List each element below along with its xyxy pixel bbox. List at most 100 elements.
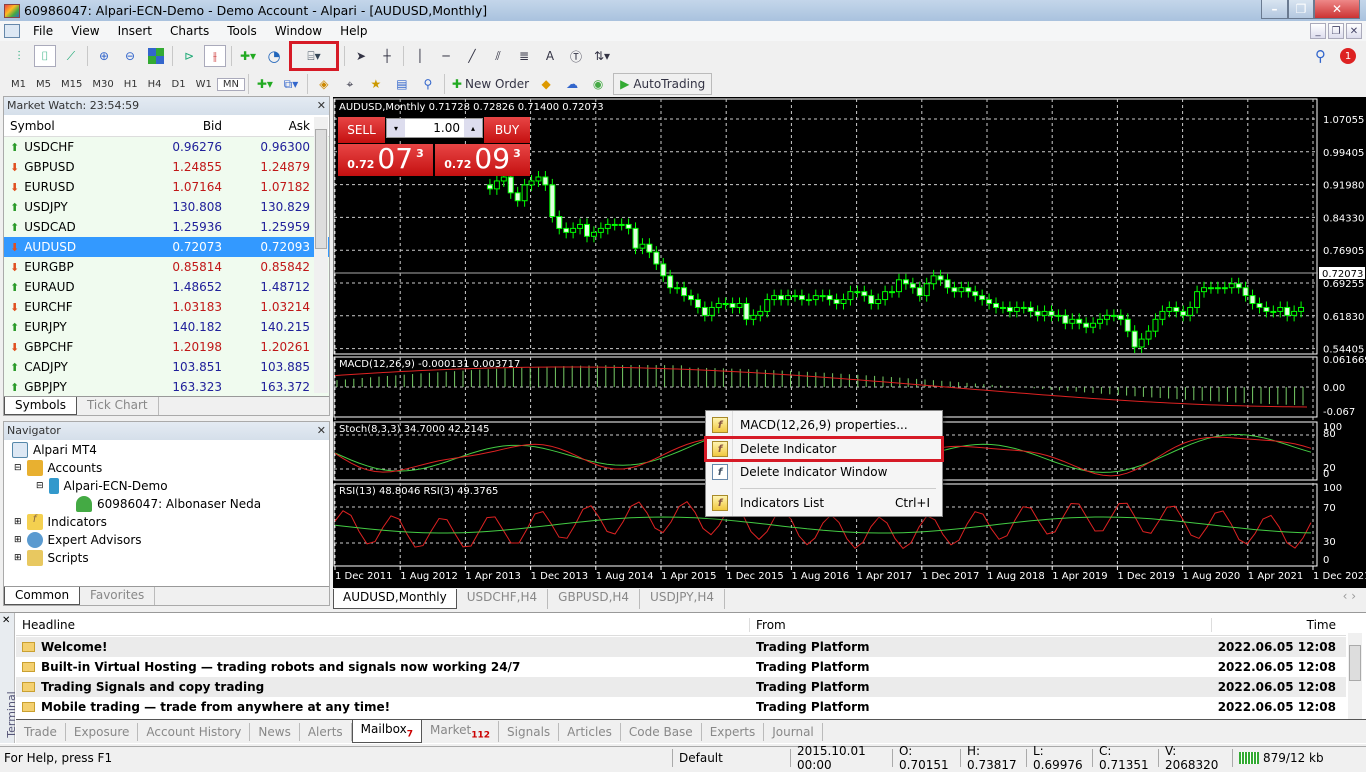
lot-decrease-button[interactable]: ▾ [387, 119, 405, 137]
scrollbar-thumb[interactable] [1349, 645, 1361, 681]
crosshair-button[interactable]: ┼ [376, 45, 398, 67]
menu-item-delete-indicator-window[interactable]: f Delete Indicator Window [706, 461, 942, 483]
maximize-button[interactable]: ❐ [1288, 0, 1314, 19]
lot-size-value[interactable]: 1.00 [405, 121, 464, 135]
zoom-in-button[interactable]: ⊕ [93, 45, 115, 67]
terminal-tab-mailbox[interactable]: Mailbox7 [351, 720, 422, 743]
column-bid[interactable]: Bid [134, 119, 222, 133]
scrollbar[interactable] [314, 117, 328, 393]
search-icon[interactable]: ⚲ [1315, 47, 1326, 65]
menu-charts[interactable]: Charts [161, 24, 218, 38]
menu-help[interactable]: Help [331, 24, 376, 38]
timeframe-m15[interactable]: M15 [56, 79, 87, 90]
column-headline[interactable]: Headline [16, 617, 750, 632]
close-button[interactable]: ✕ [1314, 0, 1360, 19]
market-watch-button[interactable]: ◈ [313, 73, 335, 95]
child-restore-button[interactable]: ❐ [1328, 23, 1344, 39]
market-watch-row[interactable]: ⬆ CADJPY 103.851 103.885 [4, 357, 329, 377]
timeframe-m1[interactable]: M1 [6, 79, 31, 90]
child-minimize-button[interactable]: _ [1310, 23, 1326, 39]
sell-button[interactable]: SELL [338, 117, 385, 143]
cursor-button[interactable]: ➤ [350, 45, 372, 67]
menu-window[interactable]: Window [266, 24, 331, 38]
market-watch-row[interactable]: ⬇ EURGBP 0.85814 0.85842 [4, 257, 329, 277]
text-button[interactable]: A [539, 45, 561, 67]
trendline-button[interactable]: ╱ [461, 45, 483, 67]
mailbox-row[interactable]: Built-in Virtual Hosting — trading robot… [16, 657, 1346, 677]
market-watch-row[interactable]: ⬆ USDJPY 130.808 130.829 [4, 197, 329, 217]
column-symbol[interactable]: Symbol [4, 119, 134, 133]
arrows-button[interactable]: ⇅▾ [591, 45, 613, 67]
buy-price-button[interactable]: 0.72 09 3 [435, 144, 530, 176]
timeframe-w1[interactable]: W1 [191, 79, 217, 90]
chart-tab-usdjpy[interactable]: USDJPY,H4 [640, 589, 726, 609]
close-icon[interactable]: ✕ [317, 99, 326, 113]
chart-tab-gbpusd[interactable]: GBPUSD,H4 [548, 589, 641, 609]
terminal-tab-journal[interactable]: Journal [764, 722, 823, 741]
timeframe-d1[interactable]: D1 [167, 79, 191, 90]
status-connection[interactable]: 879/12 kb [1232, 748, 1330, 767]
market-watch-row[interactable]: ⬇ EURCHF 1.03183 1.03214 [4, 297, 329, 317]
lot-size-field[interactable]: ▾ 1.00 ▴ [386, 118, 483, 138]
lot-increase-button[interactable]: ▴ [464, 119, 482, 137]
market-watch-row[interactable]: ⬇ AUDUSD 0.72073 0.72093 [4, 237, 329, 257]
new-chart-profile-button[interactable]: ✚▾ [254, 73, 276, 95]
sell-price-button[interactable]: 0.72 07 3 [338, 144, 433, 176]
timeframe-h1[interactable]: H1 [119, 79, 143, 90]
nav-server[interactable]: ⊟ Alpari-ECN-Demo [36, 478, 168, 494]
line-chart-button[interactable]: ⟋ [60, 45, 82, 67]
tab-favorites[interactable]: Favorites [80, 587, 156, 605]
market-watch-row[interactable]: ⬆ USDCAD 1.25936 1.25959 [4, 217, 329, 237]
menu-file[interactable]: File [24, 24, 62, 38]
column-from[interactable]: From [750, 617, 1212, 632]
new-chart-button[interactable]: ✚▾ [237, 45, 259, 67]
nav-root[interactable]: Alpari MT4 [12, 442, 97, 458]
tab-tick-chart[interactable]: Tick Chart [77, 397, 159, 415]
terminal-tab-alerts[interactable]: Alerts [300, 722, 352, 741]
terminal-tab-exposure[interactable]: Exposure [66, 722, 139, 741]
menu-item-macd-properties[interactable]: f MACD(12,26,9) properties... [706, 414, 942, 436]
mailbox-row[interactable]: Welcome! Trading Platform 2022.06.05 12:08 [16, 637, 1346, 657]
chart-shift-button[interactable]: ⊳ [178, 45, 200, 67]
chart-tab-audusd[interactable]: AUDUSD,Monthly [333, 589, 457, 609]
menu-tools[interactable]: Tools [218, 24, 266, 38]
terminal-tab-trade[interactable]: Trade [16, 722, 66, 741]
column-time[interactable]: Time [1212, 618, 1342, 632]
terminal-button[interactable]: ▤ [391, 73, 413, 95]
nav-account[interactable]: 60986047: Albonaser Neda [76, 496, 261, 512]
child-close-button[interactable]: ✕ [1346, 23, 1362, 39]
zoom-out-button[interactable]: ⊖ [119, 45, 141, 67]
market-watch-row[interactable]: ⬆ USDCHF 0.96276 0.96300 [4, 137, 329, 157]
strategy-tester-button[interactable]: ⚲ [417, 73, 439, 95]
tile-windows-button[interactable] [145, 45, 167, 67]
autotrading-button[interactable]: ▶ AutoTrading [613, 73, 713, 95]
fibonacci-button[interactable]: ≣ [513, 45, 535, 67]
nav-indicators[interactable]: ⊞ f Indicators [14, 514, 107, 530]
autoscroll-button[interactable]: ⫲ [204, 45, 226, 67]
menu-item-indicators-list[interactable]: f Indicators List Ctrl+I [706, 492, 942, 514]
buy-button[interactable]: BUY [484, 117, 530, 143]
market-watch-row[interactable]: ⬇ EURUSD 1.07164 1.07182 [4, 177, 329, 197]
terminal-tab-experts[interactable]: Experts [702, 722, 765, 741]
timeframe-m5[interactable]: M5 [31, 79, 56, 90]
terminal-tab-articles[interactable]: Articles [559, 722, 621, 741]
timeframe-m30[interactable]: M30 [87, 79, 118, 90]
periods-button[interactable]: ◔ [263, 45, 285, 67]
market-watch-row[interactable]: ⬆ GBPJPY 163.323 163.372 [4, 377, 329, 397]
horizontal-line-button[interactable]: ─ [435, 45, 457, 67]
menu-item-delete-indicator[interactable]: f Delete Indicator [704, 436, 944, 462]
notification-icon[interactable]: 1 [1340, 48, 1356, 64]
channel-button[interactable]: ⫽ [487, 45, 509, 67]
tab-symbols[interactable]: Symbols [4, 397, 77, 415]
minimize-button[interactable]: – [1261, 0, 1288, 19]
tab-scroll-arrows[interactable]: ‹ › [1343, 589, 1356, 609]
scrollbar-thumb[interactable] [315, 129, 327, 249]
close-icon[interactable]: ✕ [2, 615, 10, 626]
close-icon[interactable]: ✕ [317, 424, 326, 438]
new-order-button[interactable]: ✚ New Order [450, 73, 531, 95]
candlestick-button[interactable]: ⌷ [34, 45, 56, 67]
column-ask[interactable]: Ask [222, 119, 310, 133]
timeframe-h4[interactable]: H4 [143, 79, 167, 90]
vps-button[interactable]: ◉ [587, 73, 609, 95]
data-window-button[interactable]: ⌖ [339, 73, 361, 95]
